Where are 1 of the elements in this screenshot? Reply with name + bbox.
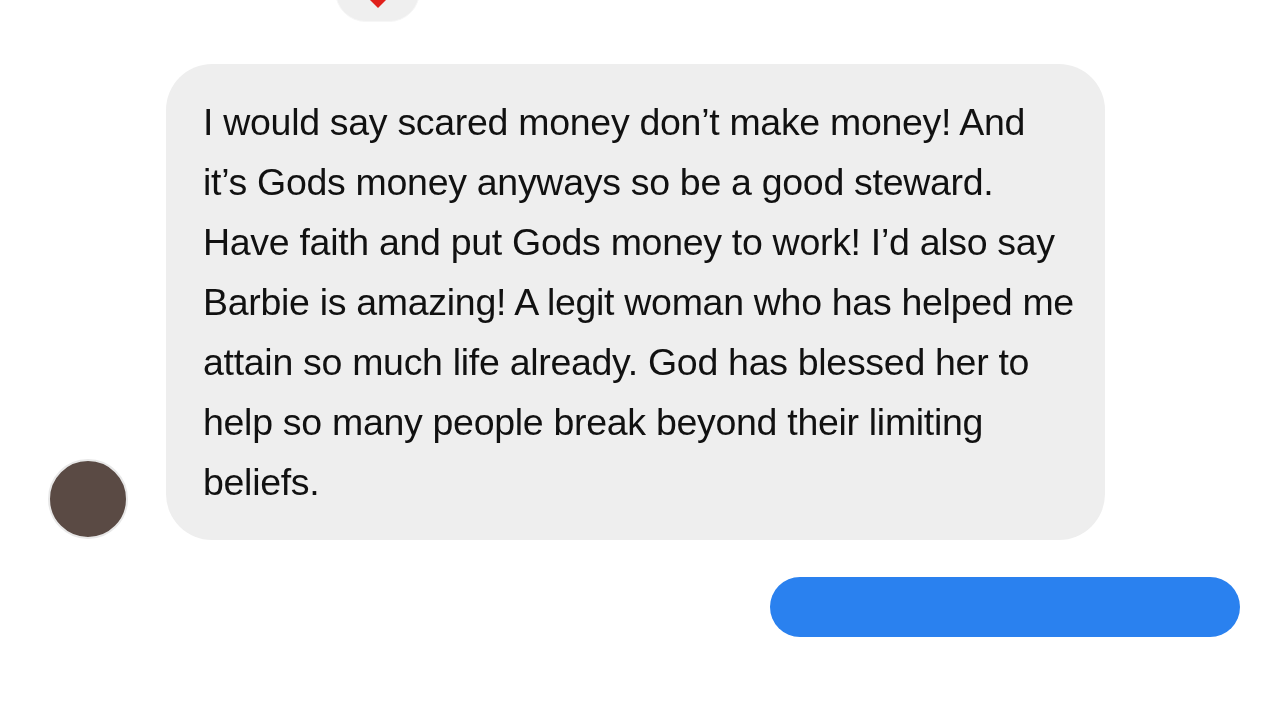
message-text: I would say scared money don’t make money! And it’s Gods money anyways so be a good steward. Have faith and put Gods money to work! I’d also say Barbie is amazing! A legit woman who has helped me attain so much life already. God has blessed her to help so many people break beyond their limiting beliefs. (203, 100, 1075, 505)
